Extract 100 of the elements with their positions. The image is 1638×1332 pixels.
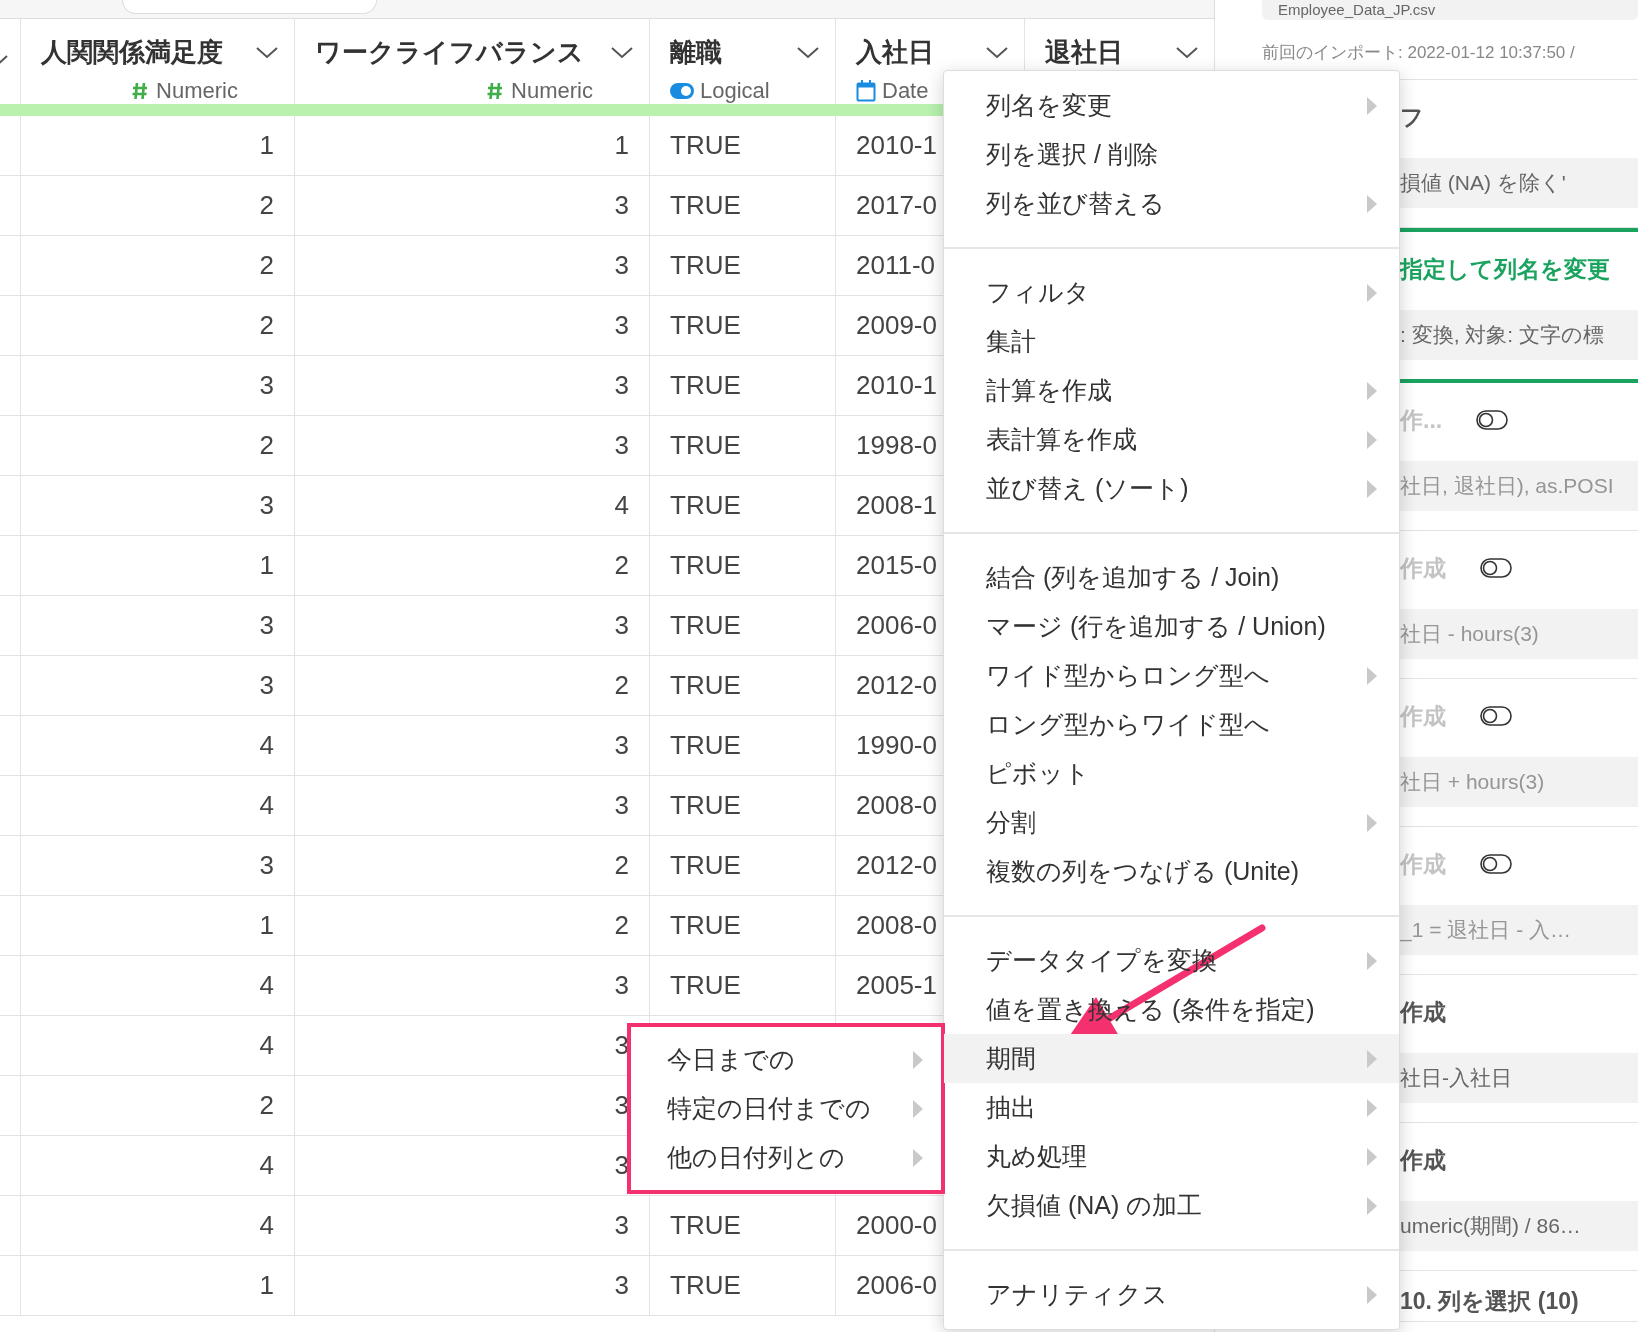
menu-item[interactable]: ワイド型からロング型へ — [944, 651, 1399, 700]
table-cell-text: 3 — [614, 1209, 629, 1242]
menu-item[interactable]: 結合 (列を追加する / Join) — [944, 553, 1399, 602]
table-cell-text: TRUE — [670, 609, 741, 642]
table-cell-text: TRUE — [670, 429, 741, 462]
chevron-down-icon[interactable] — [611, 46, 633, 59]
menu-item[interactable]: 列を選択 / 削除 — [944, 130, 1399, 179]
column-type-label: Date — [882, 77, 929, 105]
table-cell-text: 3 — [259, 609, 274, 642]
menu-item[interactable]: 今日までの — [631, 1035, 941, 1084]
table-cell-text: 2 — [614, 909, 629, 942]
column-header[interactable]: 人関関係満足度 — [41, 33, 223, 72]
menu-item[interactable]: 計算を作成 — [944, 366, 1399, 415]
chevron-down-icon[interactable] — [797, 46, 819, 59]
table-cell-text: TRUE — [670, 1269, 741, 1302]
table-cell-text: 3 — [259, 489, 274, 522]
column-header[interactable]: 離職 — [670, 33, 722, 72]
table-cell-text: 3 — [614, 1269, 629, 1302]
column-type-label: Numeric — [156, 77, 238, 105]
table-cell-text: 2 — [259, 1089, 274, 1122]
table-cell-text: 1 — [259, 1269, 274, 1302]
input-field[interactable] — [122, 0, 377, 14]
table-cell-text: 3 — [614, 1149, 629, 1182]
table-cell-text: 4 — [259, 1149, 274, 1182]
step-detail: : 変換, 対象: 文字の標 — [1400, 310, 1638, 360]
column-type-label: Logical — [700, 77, 770, 105]
step-title[interactable]: 作成 — [1400, 1142, 1446, 1178]
menu-item[interactable]: アナリティクス — [944, 1270, 1399, 1319]
calendar-icon — [856, 79, 876, 102]
chevron-down-icon[interactable] — [256, 46, 278, 59]
table-cell-text: TRUE — [670, 729, 741, 762]
table-cell-text: 3 — [614, 1029, 629, 1062]
table-cell-text: 2010-1 — [856, 369, 937, 402]
toggle-switch-icon[interactable] — [1480, 854, 1512, 874]
table-cell-text: 2006-0 — [856, 609, 937, 642]
step-detail: 社日-入社日 — [1400, 1053, 1638, 1103]
menu-item[interactable]: 期間 — [944, 1034, 1399, 1083]
menu-item[interactable]: 欠損値 (NA) の加工 — [944, 1181, 1399, 1230]
step-title[interactable]: 作成 — [1400, 994, 1446, 1030]
menu-item[interactable]: マージ (行を追加する / Union) — [944, 602, 1399, 651]
menu-item[interactable]: 列名を変更 — [944, 81, 1399, 130]
table-cell-text: TRUE — [670, 189, 741, 222]
table-cell-text: 3 — [259, 849, 274, 882]
table-cell-text: 3 — [259, 369, 274, 402]
hash-icon — [132, 81, 149, 100]
table-cell-text: 2008-0 — [856, 789, 937, 822]
table-cell-text: 2 — [259, 309, 274, 342]
table-cell-text: TRUE — [670, 489, 741, 522]
menu-item[interactable]: 並び替え (ソート) — [944, 464, 1399, 513]
table-cell-text: 3 — [614, 1089, 629, 1122]
toggle-switch-icon[interactable] — [1480, 706, 1512, 726]
menu-item[interactable]: 分割 — [944, 798, 1399, 847]
table-cell-text: TRUE — [670, 849, 741, 882]
step-detail: 社日, 退社日), as.POSI — [1400, 461, 1638, 511]
table-cell-text: TRUE — [670, 669, 741, 702]
table-cell-text: 2 — [614, 669, 629, 702]
table-cell-text: 2015-0 — [856, 549, 937, 582]
last-import-text: 前回のインポート: 2022-01-12 10:37:50 / — [1262, 42, 1576, 64]
table-cell-text: 3 — [614, 429, 629, 462]
menu-item[interactable]: 特定の日付までの — [631, 1084, 941, 1133]
step-detail: umeric(期間) / 86… — [1400, 1201, 1638, 1251]
menu-item[interactable]: ピボット — [944, 749, 1399, 798]
table-cell-text: 4 — [259, 729, 274, 762]
menu-item[interactable]: 他の日付列との — [631, 1133, 941, 1182]
toggle-switch-icon[interactable] — [1480, 558, 1512, 578]
chevron-down-icon[interactable] — [1176, 46, 1198, 59]
table-cell-text: 3 — [614, 249, 629, 282]
table-cell-text: TRUE — [670, 309, 741, 342]
column-header[interactable]: 入社日 — [856, 33, 934, 72]
table-cell-text: 2011-0 — [856, 249, 936, 282]
table-cell-text: 3 — [259, 669, 274, 702]
menu-item[interactable]: 丸め処理 — [944, 1132, 1399, 1181]
table-cell-text: 4 — [259, 789, 274, 822]
table-cell-text: 2008-1 — [856, 489, 937, 522]
menu-item[interactable]: フィルタ — [944, 268, 1399, 317]
menu-item[interactable]: 抽出 — [944, 1083, 1399, 1132]
table-cell-text: 2 — [259, 429, 274, 462]
table-cell-text: 3 — [614, 789, 629, 822]
table-cell-text: 1990-0 — [856, 729, 937, 762]
table-cell-text: 3 — [614, 729, 629, 762]
chevron-down-icon[interactable] — [986, 46, 1008, 59]
menu-item[interactable]: ロング型からワイド型へ — [944, 700, 1399, 749]
toggle-switch-icon[interactable] — [1476, 410, 1509, 430]
step-title[interactable]: フ — [1400, 99, 1424, 135]
table-cell-text: 1 — [259, 129, 274, 162]
step-detail: _1 = 退社日 - 入… — [1400, 905, 1638, 955]
table-cell-text: 2 — [614, 549, 629, 582]
menu-item[interactable]: 表計算を作成 — [944, 415, 1399, 464]
table-cell-text: 1 — [259, 549, 274, 582]
menu-item[interactable]: 列を並び替える — [944, 179, 1399, 228]
column-header[interactable]: 退社日 — [1045, 33, 1123, 72]
column-header[interactable]: ワークライフバランス — [315, 33, 584, 72]
table-cell-text: 3 — [614, 189, 629, 222]
table-cell-text: 2006-0 — [856, 1269, 937, 1302]
menu-item[interactable]: 複数の列をつなげる (Unite) — [944, 847, 1399, 896]
hash-icon — [487, 81, 504, 100]
menu-item[interactable]: 集計 — [944, 317, 1399, 366]
step-title[interactable]: 10. 列を選択 (10) — [1400, 1283, 1579, 1319]
table-cell-text: 3 — [614, 369, 629, 402]
table-cell-text: 3 — [614, 609, 629, 642]
